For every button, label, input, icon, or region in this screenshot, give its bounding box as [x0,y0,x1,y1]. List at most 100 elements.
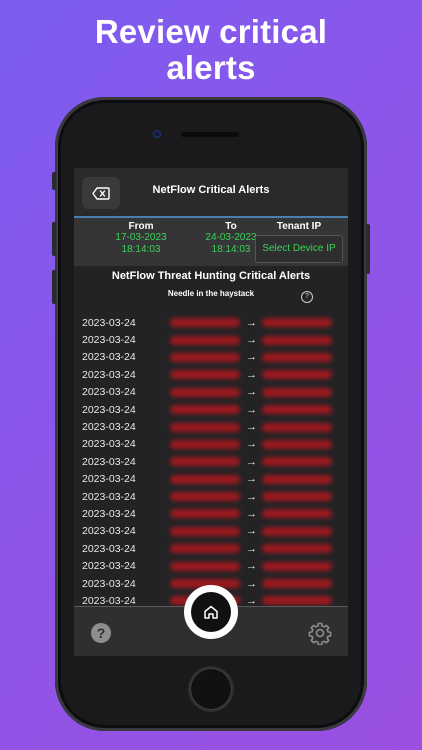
source-ip-redacted [170,387,240,397]
phone-volume-up [52,222,56,256]
destination-ip-redacted [262,457,332,467]
alert-date: 2023-03-24 [82,316,136,329]
alert-row[interactable]: 2023-03-24 → [74,366,348,383]
destination-ip-redacted [262,370,332,380]
alert-row[interactable]: 2023-03-24 → [74,401,348,418]
source-ip-redacted [170,526,240,536]
arrow-right-icon: → [246,577,257,590]
arrow-right-icon: → [246,403,257,416]
destination-ip-redacted [262,335,332,345]
alert-date: 2023-03-24 [82,490,136,503]
tenant-ip-filter: Tenant IP Select Device IP [254,221,344,263]
source-ip-redacted [170,318,240,328]
alert-row[interactable]: 2023-03-24 → [74,418,348,435]
arrow-right-icon: → [246,368,257,381]
headline-line-2: alerts [166,49,256,86]
alert-row[interactable]: 2023-03-24 → [74,471,348,488]
alert-date: 2023-03-24 [82,403,136,416]
arrow-right-icon: → [246,542,257,555]
alert-row[interactable]: 2023-03-24 → [74,505,348,522]
question-icon[interactable]: ? [91,623,111,643]
from-date: 17-03-2023 [115,232,167,243]
destination-ip-redacted [262,561,332,571]
app-title: NetFlow Critical Alerts [152,184,270,196]
alert-date: 2023-03-24 [82,421,136,434]
destination-ip-redacted [262,474,332,484]
arrow-right-icon: → [246,386,257,399]
app-bar: NetFlow Critical Alerts [74,168,348,218]
headline-line-1: Review critical [94,13,328,50]
alert-row[interactable]: 2023-03-24 → [74,540,348,557]
alert-row[interactable]: 2023-03-24 → [74,349,348,366]
arrow-right-icon: → [246,525,257,538]
alert-list[interactable]: 2023-03-24 → 2023-03-24 → 2023-03-24 → 2023-03… [74,314,348,608]
home-tab-inner [191,592,231,632]
alert-date: 2023-03-24 [82,334,136,347]
source-ip-redacted [170,509,240,519]
arrow-right-icon: → [246,455,257,468]
from-label: From [128,221,154,232]
filter-bar: From 17-03-2023 18:14:03 To 24-03-2023 1… [74,218,348,266]
destination-ip-redacted [262,526,332,536]
alert-date: 2023-03-24 [82,455,136,468]
alert-date: 2023-03-24 [82,368,136,381]
app-screen: NetFlow Critical Alerts From 17-03-2023 … [74,168,348,656]
alert-row[interactable]: 2023-03-24 → [74,523,348,540]
headline: Review critical alerts [0,14,422,86]
front-camera [153,130,161,138]
destination-ip-redacted [262,422,332,432]
source-ip-redacted [170,544,240,554]
phone-power-button [366,224,370,274]
phone-mute-switch [52,172,56,190]
arrow-right-icon: → [246,560,257,573]
destination-ip-redacted [262,387,332,397]
alert-date: 2023-03-24 [82,577,136,590]
alert-row[interactable]: 2023-03-24 → [74,436,348,453]
source-ip-redacted [170,457,240,467]
source-ip-redacted [170,492,240,502]
destination-ip-redacted [262,509,332,519]
source-ip-redacted [170,352,240,362]
alert-date: 2023-03-24 [82,438,136,451]
destination-ip-redacted [262,596,332,606]
source-ip-redacted [170,422,240,432]
source-ip-redacted [170,370,240,380]
destination-ip-redacted [262,318,332,328]
arrow-right-icon: → [246,473,257,486]
gear-icon[interactable] [308,621,332,645]
alert-row[interactable]: 2023-03-24 → [74,453,348,470]
alert-date: 2023-03-24 [82,560,136,573]
from-time: 18:14:03 [121,244,161,255]
alert-date: 2023-03-24 [82,386,136,399]
source-ip-redacted [170,405,240,415]
alert-row[interactable]: 2023-03-24 → [74,331,348,348]
home-tab-button[interactable] [184,585,238,639]
alert-row[interactable]: 2023-03-24 → [74,557,348,574]
destination-ip-redacted [262,405,332,415]
alert-row[interactable]: 2023-03-24 → [74,488,348,505]
alert-date: 2023-03-24 [82,525,136,538]
alert-date: 2023-03-24 [82,351,136,364]
phone-volume-down [52,270,56,304]
destination-ip-redacted [262,544,332,554]
from-filter[interactable]: From 17-03-2023 18:14:03 [96,221,186,256]
question-circle-icon[interactable]: ? [301,291,313,303]
source-ip-redacted [170,335,240,345]
earpiece-speaker [181,132,239,137]
arrow-right-icon: → [246,490,257,503]
destination-ip-redacted [262,439,332,449]
source-ip-redacted [170,439,240,449]
tenant-ip-label: Tenant IP [276,221,322,232]
alert-date: 2023-03-24 [82,507,136,520]
alert-date: 2023-03-24 [82,473,136,486]
alert-row[interactable]: 2023-03-24 → [74,384,348,401]
arrow-right-icon: → [246,334,257,347]
phone-home-button[interactable] [190,668,232,710]
arrow-right-icon: → [246,316,257,329]
home-icon [204,605,218,619]
source-ip-redacted [170,561,240,571]
alert-row[interactable]: 2023-03-24 → [74,314,348,331]
select-device-ip-button[interactable]: Select Device IP [255,235,343,263]
destination-ip-redacted [262,579,332,589]
arrow-right-icon: → [246,438,257,451]
